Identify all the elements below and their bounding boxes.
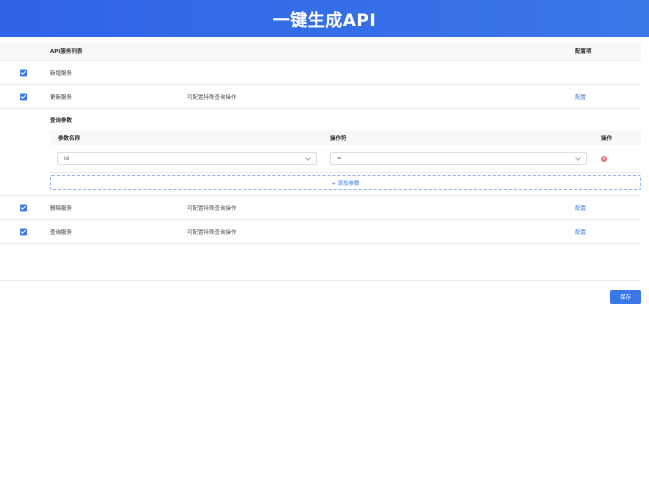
params-table-header: 参数名称 操作符 操作 bbox=[50, 130, 641, 145]
page-header: 一键生成API bbox=[0, 0, 649, 37]
remove-circle-icon[interactable]: × bbox=[601, 156, 607, 162]
chevron-down-icon bbox=[575, 155, 581, 161]
row-checkbox[interactable] bbox=[20, 69, 27, 76]
service-name: 删除服务 bbox=[50, 205, 73, 212]
column-header-param-name: 参数名称 bbox=[58, 135, 81, 142]
column-header-operator: 操作符 bbox=[330, 135, 347, 142]
service-description: 可配置特殊查询操作 bbox=[187, 94, 237, 101]
service-description: 可配置特殊查询操作 bbox=[187, 205, 237, 212]
column-header-service-list: API服务列表 bbox=[50, 49, 83, 55]
table-row: 删除服务 可配置特殊查询操作 配置 bbox=[0, 196, 641, 220]
service-name: 查询服务 bbox=[50, 229, 73, 236]
table-row: 更新服务 可配置特殊查询操作 配置 bbox=[0, 85, 641, 109]
query-params-title: 查询参数 bbox=[50, 118, 73, 124]
checkbox-checked-icon bbox=[20, 69, 27, 76]
service-name: 新增服务 bbox=[50, 70, 73, 77]
checkbox-checked-icon bbox=[20, 204, 27, 211]
chevron-down-icon bbox=[305, 155, 311, 161]
row-checkbox[interactable] bbox=[20, 93, 27, 100]
service-description: 可配置特殊查询操作 bbox=[187, 229, 237, 236]
checkbox-checked-icon bbox=[20, 93, 27, 100]
config-link[interactable]: 配置 bbox=[575, 204, 586, 212]
service-name: 更新服务 bbox=[50, 94, 73, 101]
row-checkbox[interactable] bbox=[20, 204, 27, 211]
row-checkbox[interactable] bbox=[20, 228, 27, 235]
table-row: 新增服务 bbox=[0, 61, 641, 85]
operator-value: = bbox=[337, 155, 342, 162]
save-button[interactable]: 保存 bbox=[610, 290, 641, 304]
config-link[interactable]: 配置 bbox=[575, 93, 586, 101]
api-service-table: API服务列表 配置项 新增服务 更新服务 可配置特殊查询操作 配置 查询参数 … bbox=[0, 42, 641, 281]
query-params-panel: 查询参数 参数名称 操作符 操作 id = × + 添加参数 bbox=[0, 109, 641, 196]
table-header: API服务列表 配置项 bbox=[0, 42, 641, 61]
operator-select[interactable]: = bbox=[330, 152, 587, 165]
add-param-button[interactable]: + 添加参数 bbox=[50, 175, 641, 190]
checkbox-checked-icon bbox=[20, 228, 27, 235]
config-link[interactable]: 配置 bbox=[575, 228, 586, 236]
table-row: 查询服务 可配置特殊查询操作 配置 bbox=[0, 220, 641, 244]
param-name-value: id bbox=[64, 155, 70, 162]
column-header-config: 配置项 bbox=[575, 49, 592, 55]
column-header-action: 操作 bbox=[601, 135, 613, 142]
param-row: id = × bbox=[50, 146, 641, 173]
table-spacer bbox=[0, 244, 641, 281]
page-title: 一键生成API bbox=[272, 11, 377, 31]
param-name-select[interactable]: id bbox=[57, 152, 317, 165]
